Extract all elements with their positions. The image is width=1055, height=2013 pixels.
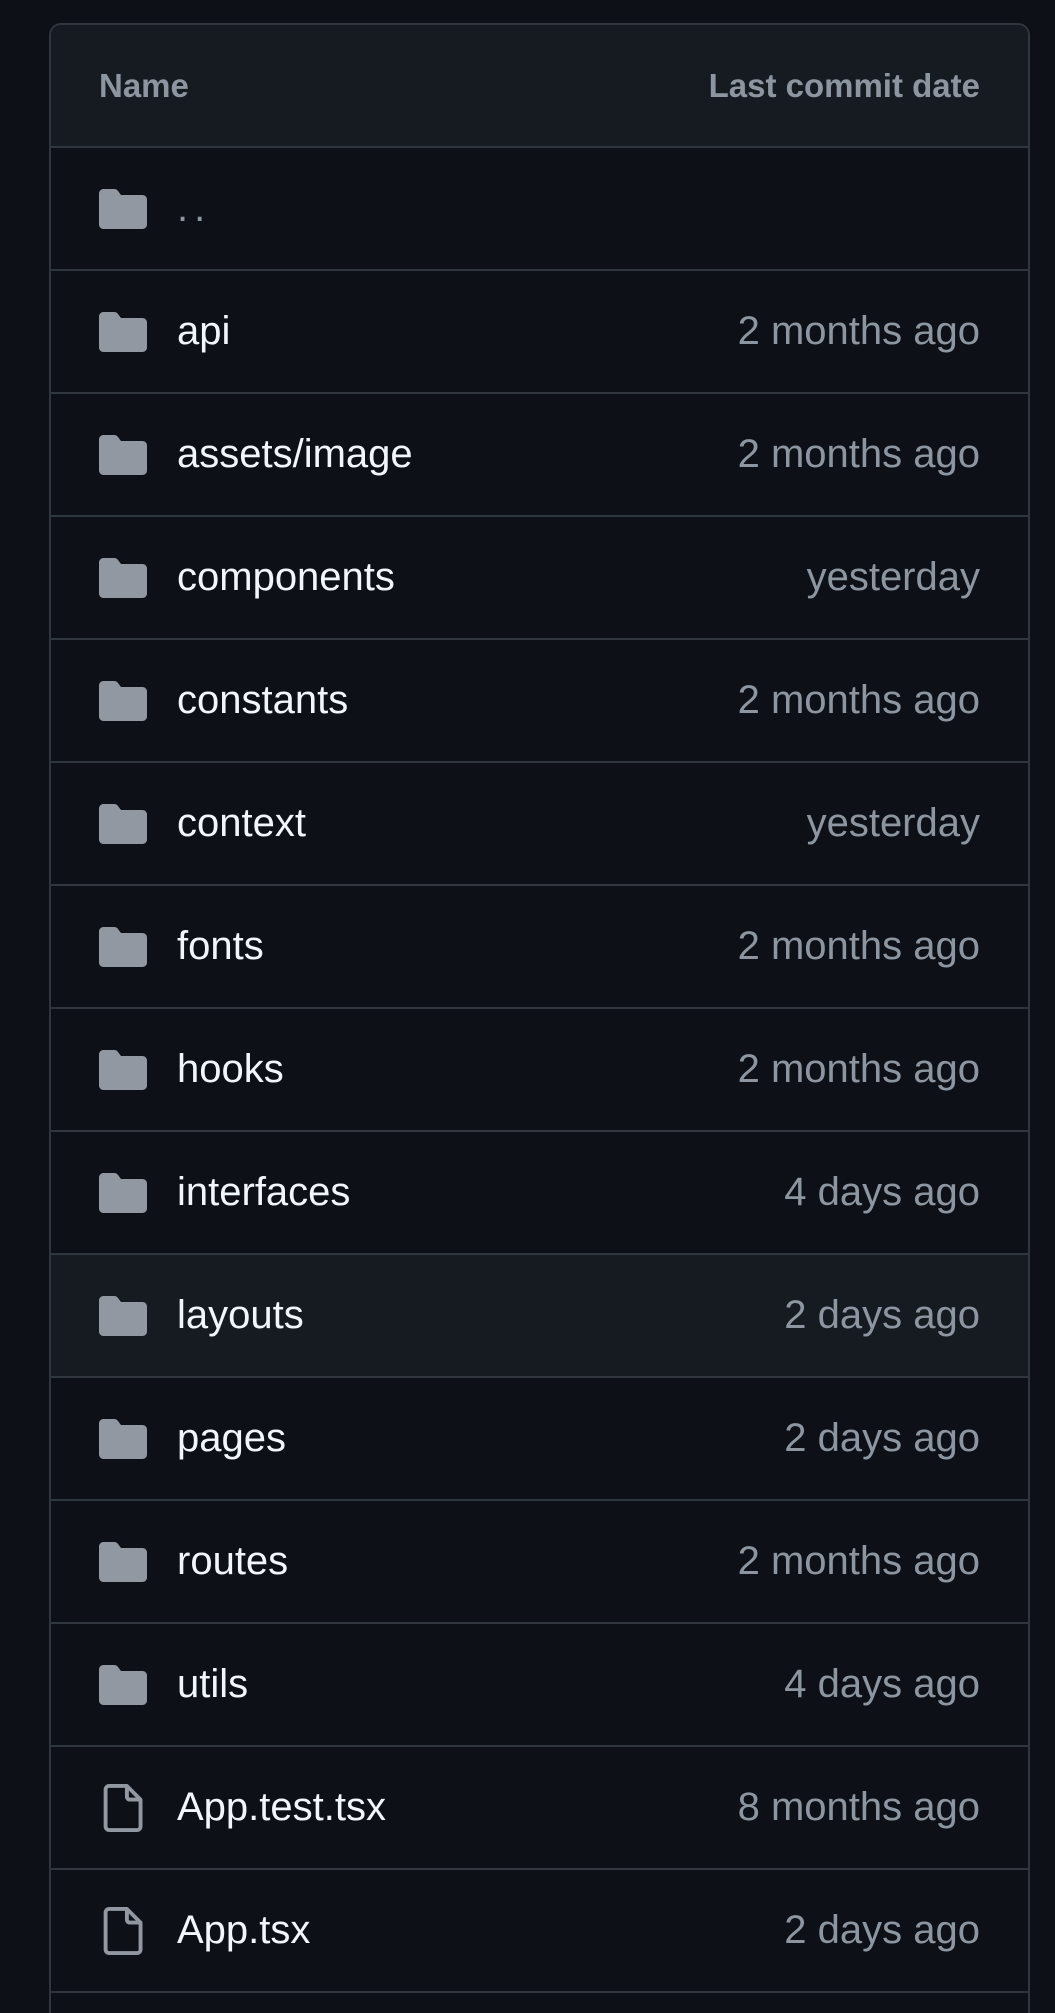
item-name-link[interactable]: api	[177, 309, 738, 354]
last-commit-date: 2 days ago	[784, 1908, 980, 1952]
folder-row[interactable]: context yesterday	[51, 763, 1028, 886]
folder-row[interactable]: interfaces 4 days ago	[51, 1132, 1028, 1255]
last-commit-date: 4 days ago	[784, 1662, 980, 1706]
file-icon	[99, 1906, 147, 1955]
item-name-link[interactable]: routes	[177, 1539, 738, 1584]
last-commit-date: 2 months ago	[737, 432, 980, 476]
item-name-link[interactable]: assets/image	[177, 432, 738, 477]
last-commit-date: yesterday	[806, 801, 980, 845]
last-commit-date: 2 months ago	[737, 1539, 980, 1583]
last-commit-date: 2 days ago	[784, 1293, 980, 1337]
item-name-link[interactable]: App.test.tsx	[177, 1785, 738, 1830]
folder-icon	[99, 677, 147, 725]
folder-icon	[99, 800, 147, 848]
parent-directory-link[interactable]: ..	[177, 186, 980, 231]
item-name-link[interactable]: components	[177, 555, 807, 600]
item-name-link[interactable]: utils	[177, 1662, 784, 1707]
last-commit-date: 8 months ago	[737, 1785, 980, 1829]
folder-icon	[99, 1538, 147, 1586]
folder-icon	[99, 1169, 147, 1217]
last-commit-date: 4 days ago	[784, 1170, 980, 1214]
file-table: Name Last commit date .. api 2 months ago a…	[49, 23, 1030, 2013]
item-name-link[interactable]: pages	[177, 1416, 784, 1461]
item-name-link[interactable]: fonts	[177, 924, 738, 969]
item-name-link[interactable]: App.tsx	[177, 1908, 784, 1953]
folder-row[interactable]: fonts 2 months ago	[51, 886, 1028, 1009]
folder-row[interactable]: utils 4 days ago	[51, 1624, 1028, 1747]
folder-icon	[99, 1292, 147, 1340]
last-commit-date: 2 months ago	[737, 309, 980, 353]
item-name-link[interactable]: interfaces	[177, 1170, 784, 1215]
file-icon	[99, 1783, 147, 1832]
folder-row[interactable]: components yesterday	[51, 517, 1028, 640]
last-commit-date: 2 months ago	[737, 924, 980, 968]
item-name-link[interactable]: layouts	[177, 1293, 784, 1338]
item-name-link[interactable]: hooks	[177, 1047, 738, 1092]
name-column-header: Name	[99, 66, 189, 104]
folder-row[interactable]: api 2 months ago	[51, 271, 1028, 394]
last-commit-date: 2 months ago	[737, 1047, 980, 1091]
file-row[interactable]: App.test.tsx 8 months ago	[51, 1747, 1028, 1870]
folder-icon	[99, 1415, 147, 1463]
item-name-link[interactable]: constants	[177, 678, 738, 723]
file-table-header: Name Last commit date	[51, 25, 1028, 148]
folder-icon	[99, 923, 147, 971]
last-commit-date: 2 days ago	[784, 1416, 980, 1460]
folder-icon	[99, 185, 147, 233]
file-list: .. api 2 months ago assets/image 2 months ag…	[51, 148, 1028, 1993]
folder-icon	[99, 554, 147, 602]
last-commit-date: 2 months ago	[737, 678, 980, 722]
folder-icon	[99, 308, 147, 356]
folder-row[interactable]: constants 2 months ago	[51, 640, 1028, 763]
item-name-link[interactable]: context	[177, 801, 807, 846]
folder-row[interactable]: pages 2 days ago	[51, 1378, 1028, 1501]
folder-icon	[99, 431, 147, 479]
folder-icon	[99, 1046, 147, 1094]
folder-row[interactable]: hooks 2 months ago	[51, 1009, 1028, 1132]
folder-row[interactable]: layouts 2 days ago	[51, 1255, 1028, 1378]
last-commit-date: yesterday	[806, 555, 980, 599]
file-row[interactable]: App.tsx 2 days ago	[51, 1870, 1028, 1993]
folder-row[interactable]: ..	[51, 148, 1028, 271]
folder-icon	[99, 1661, 147, 1709]
folder-row[interactable]: routes 2 months ago	[51, 1501, 1028, 1624]
last-commit-date-column-header: Last commit date	[708, 66, 980, 104]
folder-row[interactable]: assets/image 2 months ago	[51, 394, 1028, 517]
